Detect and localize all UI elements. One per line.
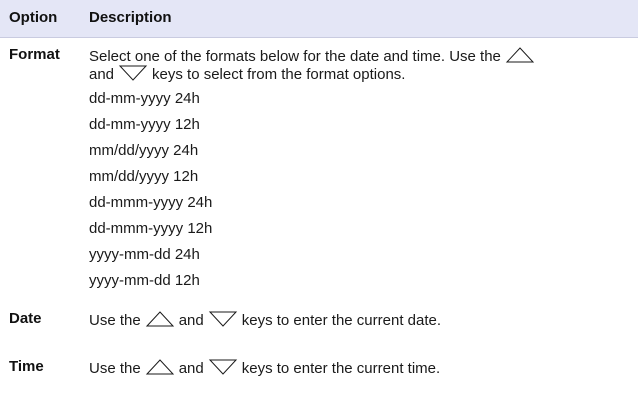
header-option: Option <box>9 9 58 26</box>
header-description: Description <box>89 9 172 26</box>
format-option: dd-mm-yyyy 12h <box>89 116 200 133</box>
down-arrow-key-icon <box>118 64 148 87</box>
format-option: dd-mmm-yyyy 12h <box>89 220 213 237</box>
format-description-text-2: keys to select from the format options. <box>152 66 406 83</box>
up-arrow-key-icon <box>145 358 175 381</box>
date-text-before: Use the <box>89 312 141 329</box>
time-description: Use the and keys to enter the current time… <box>89 358 440 381</box>
table-header: Option Description <box>0 0 638 37</box>
format-option: mm/dd/yyyy 12h <box>89 168 199 185</box>
term-format: Format <box>9 46 60 63</box>
term-date: Date <box>9 310 42 327</box>
time-text-and: and <box>178 360 204 377</box>
date-text-after: keys to enter the current date. <box>241 312 442 329</box>
format-option: yyyy-mm-dd 24h <box>89 246 200 263</box>
format-description-text-1: Select one of the formats below for the … <box>89 48 501 65</box>
time-text-before: Use the <box>89 360 141 377</box>
options-table: Option Description Format Select one of … <box>0 0 638 394</box>
term-time: Time <box>9 358 44 375</box>
format-description-line-2: and keys to select from the format option… <box>89 64 405 87</box>
date-description: Use the and keys to enter the current date… <box>89 310 441 333</box>
header-divider <box>0 37 638 38</box>
down-arrow-key-icon <box>208 358 238 381</box>
time-text-after: keys to enter the current time. <box>241 360 441 377</box>
date-text-and: and <box>178 312 204 329</box>
format-option: dd-mm-yyyy 24h <box>89 90 200 107</box>
format-option: mm/dd/yyyy 24h <box>89 142 199 159</box>
down-arrow-key-icon <box>208 310 238 333</box>
up-arrow-key-icon <box>145 310 175 333</box>
up-arrow-key-icon <box>505 46 535 69</box>
format-option: dd-mmm-yyyy 24h <box>89 194 213 211</box>
format-description-and: and <box>89 66 115 83</box>
format-option: yyyy-mm-dd 12h <box>89 272 200 289</box>
